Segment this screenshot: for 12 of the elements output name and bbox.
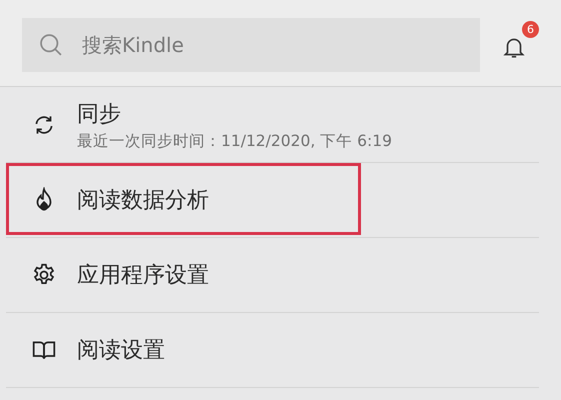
- menu-item[interactable]: 阅读设置: [6, 313, 539, 388]
- menu-item-title: 阅读数据分析: [77, 187, 209, 215]
- menu-item-title: 应用程序设置: [77, 262, 209, 290]
- menu-item[interactable]: 阅读数据分析: [6, 163, 539, 238]
- menu-item[interactable]: 应用程序设置: [6, 238, 539, 313]
- search-field[interactable]: 搜索Kindle: [22, 18, 480, 72]
- last-sync-time: 最近一次同步时间：11/12/2020, 下午 6:19: [77, 130, 392, 152]
- notification-badge: 6: [522, 21, 539, 38]
- menu-item-title: 阅读设置: [77, 337, 165, 365]
- notifications-button[interactable]: 6: [498, 21, 539, 65]
- menu-item-title: 同步: [77, 100, 122, 128]
- menu-item[interactable]: 同步 最近一次同步时间：11/12/2020, 下午 6:19: [6, 88, 539, 163]
